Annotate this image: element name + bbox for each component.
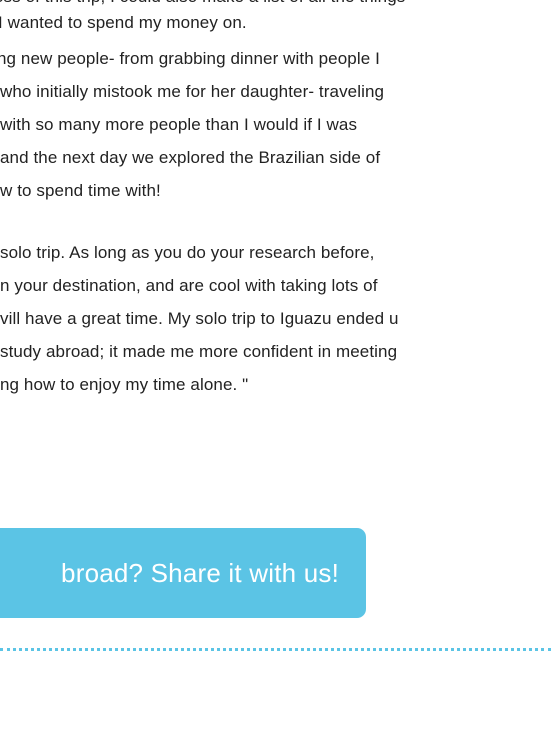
story-line: ng how to enjoy my time alone. " [0,375,249,394]
story-line: solo trip. As long as you do your resear… [0,243,375,262]
share-story-button-label: broad? Share it with us! [61,557,339,588]
story-line: ng new people- from grabbing dinner with… [0,49,380,68]
story-line: w to spend time with! [0,181,161,200]
story-line: with so many more people than I would if… [0,115,358,134]
dotted-divider [0,648,551,651]
share-story-button[interactable]: broad? Share it with us! [0,528,366,618]
story-line: vill have a great time. My solo trip to … [0,309,399,328]
story-line: I wanted to spend my money on. [0,13,247,32]
page: ess of this trip, I could also make a li… [0,0,551,739]
story-line: and the next day we explored the Brazili… [0,148,381,167]
story-line: ess of this trip, I could also make a li… [0,0,405,8]
story-line: who initially mistook me for her daughte… [0,82,385,101]
story-line: n your destination, and are cool with ta… [0,276,378,295]
story-line: study abroad; it made me more confident … [0,342,398,361]
